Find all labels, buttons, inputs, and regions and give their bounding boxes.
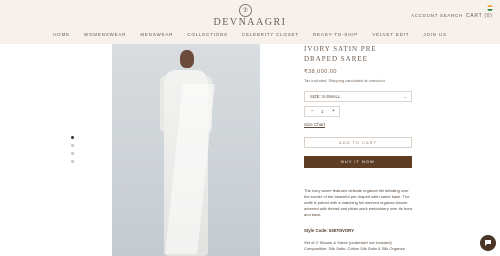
chat-button[interactable] xyxy=(480,235,496,251)
size-select-value: SIZE: S-SMALL xyxy=(310,94,341,99)
product-info: IVORY SATIN PRE DRAPED SAREE ₹38,000.00 … xyxy=(304,44,412,168)
product-details-text: Set of 2: Blouse & Saree (underskirt not… xyxy=(304,240,405,251)
brand-name[interactable]: DEVNAAGRI xyxy=(0,17,500,28)
model-head xyxy=(180,50,194,68)
chevron-down-icon: ⌄ xyxy=(403,94,407,99)
gallery-dot[interactable] xyxy=(71,160,74,163)
nav-item-join-us[interactable]: JOIN US xyxy=(423,32,446,37)
size-select[interactable]: SIZE: S-SMALL ⌄ xyxy=(304,91,412,102)
gallery-pagination xyxy=(71,136,74,168)
nav-item-womenswear[interactable]: WOMENSWEAR xyxy=(84,32,126,37)
account-link[interactable]: ACCOUNT xyxy=(411,13,438,18)
nav-item-velvet-edit[interactable]: VELVET EDIT xyxy=(372,32,409,37)
quantity-stepper[interactable]: − 1 + xyxy=(304,106,340,117)
nav-item-ready-to-ship[interactable]: READY-TO-SHIP xyxy=(313,32,358,37)
nav-item-home[interactable]: HOME xyxy=(53,32,70,37)
gallery-dot[interactable] xyxy=(71,136,74,139)
product-image[interactable] xyxy=(112,44,260,256)
cart-link[interactable]: CART (0) xyxy=(466,13,493,19)
india-flag-icon[interactable] xyxy=(487,5,493,11)
product-details: Set of 2: Blouse & Saree (underskirt not… xyxy=(304,240,416,252)
nav-item-celebrity-closet[interactable]: CELEBRITY CLOSET xyxy=(242,32,299,37)
size-chart-link[interactable]: Size Chart xyxy=(304,122,325,127)
tax-note: Tax included. Shipping calculated at che… xyxy=(304,78,386,83)
product-title: IVORY SATIN PRE DRAPED SAREE xyxy=(304,45,377,63)
add-to-cart-button[interactable]: ADD TO CART xyxy=(304,137,412,148)
nav-item-menswear[interactable]: MENSWEAR xyxy=(140,32,173,37)
style-code: Style Code: 53870IVORY xyxy=(304,228,354,233)
quantity-value[interactable]: 1 xyxy=(321,107,324,116)
gallery-dot[interactable] xyxy=(71,152,74,155)
nav-item-collections[interactable]: COLLECTIONS xyxy=(187,32,228,37)
product-price: ₹38,000.00 xyxy=(304,69,337,75)
site-header: 𝕯 DEVNAAGRI ACCOUNT SEARCH CART (0) HOME… xyxy=(0,0,500,44)
minus-icon[interactable]: − xyxy=(311,107,314,116)
plus-icon[interactable]: + xyxy=(332,107,335,116)
product-description: The ivory saree features delicate organz… xyxy=(304,188,412,217)
chat-icon xyxy=(485,240,491,246)
brand-logo-icon[interactable]: 𝕯 xyxy=(239,4,252,17)
buy-now-button[interactable]: BUY IT NOW xyxy=(304,156,412,168)
main-nav: HOME WOMENSWEAR MENSWEAR COLLECTIONS CEL… xyxy=(0,32,500,37)
gallery-dot[interactable] xyxy=(71,144,74,147)
search-link[interactable]: SEARCH xyxy=(440,13,463,18)
